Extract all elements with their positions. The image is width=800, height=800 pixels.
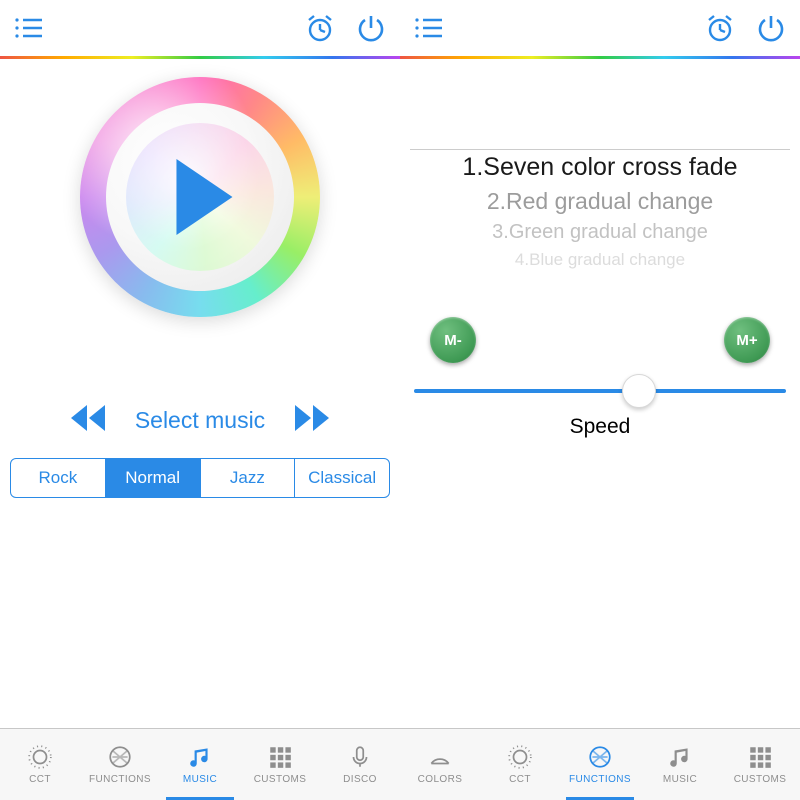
top-bar [0,0,400,56]
play-button[interactable] [80,77,320,317]
eq-normal[interactable]: Normal [106,459,201,497]
speed-label: Speed [400,415,800,439]
eq-rock[interactable]: Rock [11,459,106,497]
tab-functions[interactable]: FUNCTIONS [560,729,640,800]
alarm-icon[interactable] [704,12,736,44]
slider-thumb[interactable] [622,374,656,408]
prev-track-button[interactable] [69,403,107,438]
tab-music[interactable]: MUSIC [160,729,240,800]
function-item[interactable]: 2.Red gradual change [400,185,800,218]
m-minus-button[interactable]: M- [430,317,476,363]
function-item[interactable]: 4.Blue gradual change [400,247,800,273]
tab-functions[interactable]: FUNCTIONS [80,729,160,800]
functions-pane: 1.Seven color cross fade 2.Red gradual c… [400,0,800,800]
eq-classical[interactable]: Classical [295,459,389,497]
tab-customs[interactable]: CUSTOMS [720,729,800,800]
right-tab-bar: COLORS CCT FUNCTIONS MUSIC CUSTOMS [400,728,800,800]
tab-disco[interactable]: DISCO [320,729,400,800]
music-pane: Select music Rock Normal Jazz Classical … [0,0,400,800]
function-item[interactable]: 3.Green gradual change [400,218,800,247]
top-bar [400,0,800,56]
eq-jazz[interactable]: Jazz [201,459,296,497]
tab-colors[interactable]: COLORS [400,729,480,800]
tab-cct[interactable]: CCT [480,729,560,800]
next-track-button[interactable] [293,403,331,438]
tab-cct[interactable]: CCT [0,729,80,800]
tab-customs[interactable]: CUSTOMS [240,729,320,800]
speed-slider[interactable] [400,389,800,393]
tab-music[interactable]: MUSIC [640,729,720,800]
power-icon[interactable] [756,13,786,43]
function-picker[interactable]: 1.Seven color cross fade 2.Red gradual c… [400,149,800,273]
m-plus-button[interactable]: M+ [724,317,770,363]
play-icon [176,159,232,235]
select-music-label[interactable]: Select music [135,407,265,434]
left-tab-bar: CCT FUNCTIONS MUSIC CUSTOMS DISCO [0,728,400,800]
power-icon[interactable] [356,13,386,43]
eq-segment-control: Rock Normal Jazz Classical [10,458,390,498]
function-item[interactable]: 1.Seven color cross fade [400,150,800,185]
alarm-icon[interactable] [304,12,336,44]
menu-icon[interactable] [14,16,44,40]
menu-icon[interactable] [414,16,444,40]
